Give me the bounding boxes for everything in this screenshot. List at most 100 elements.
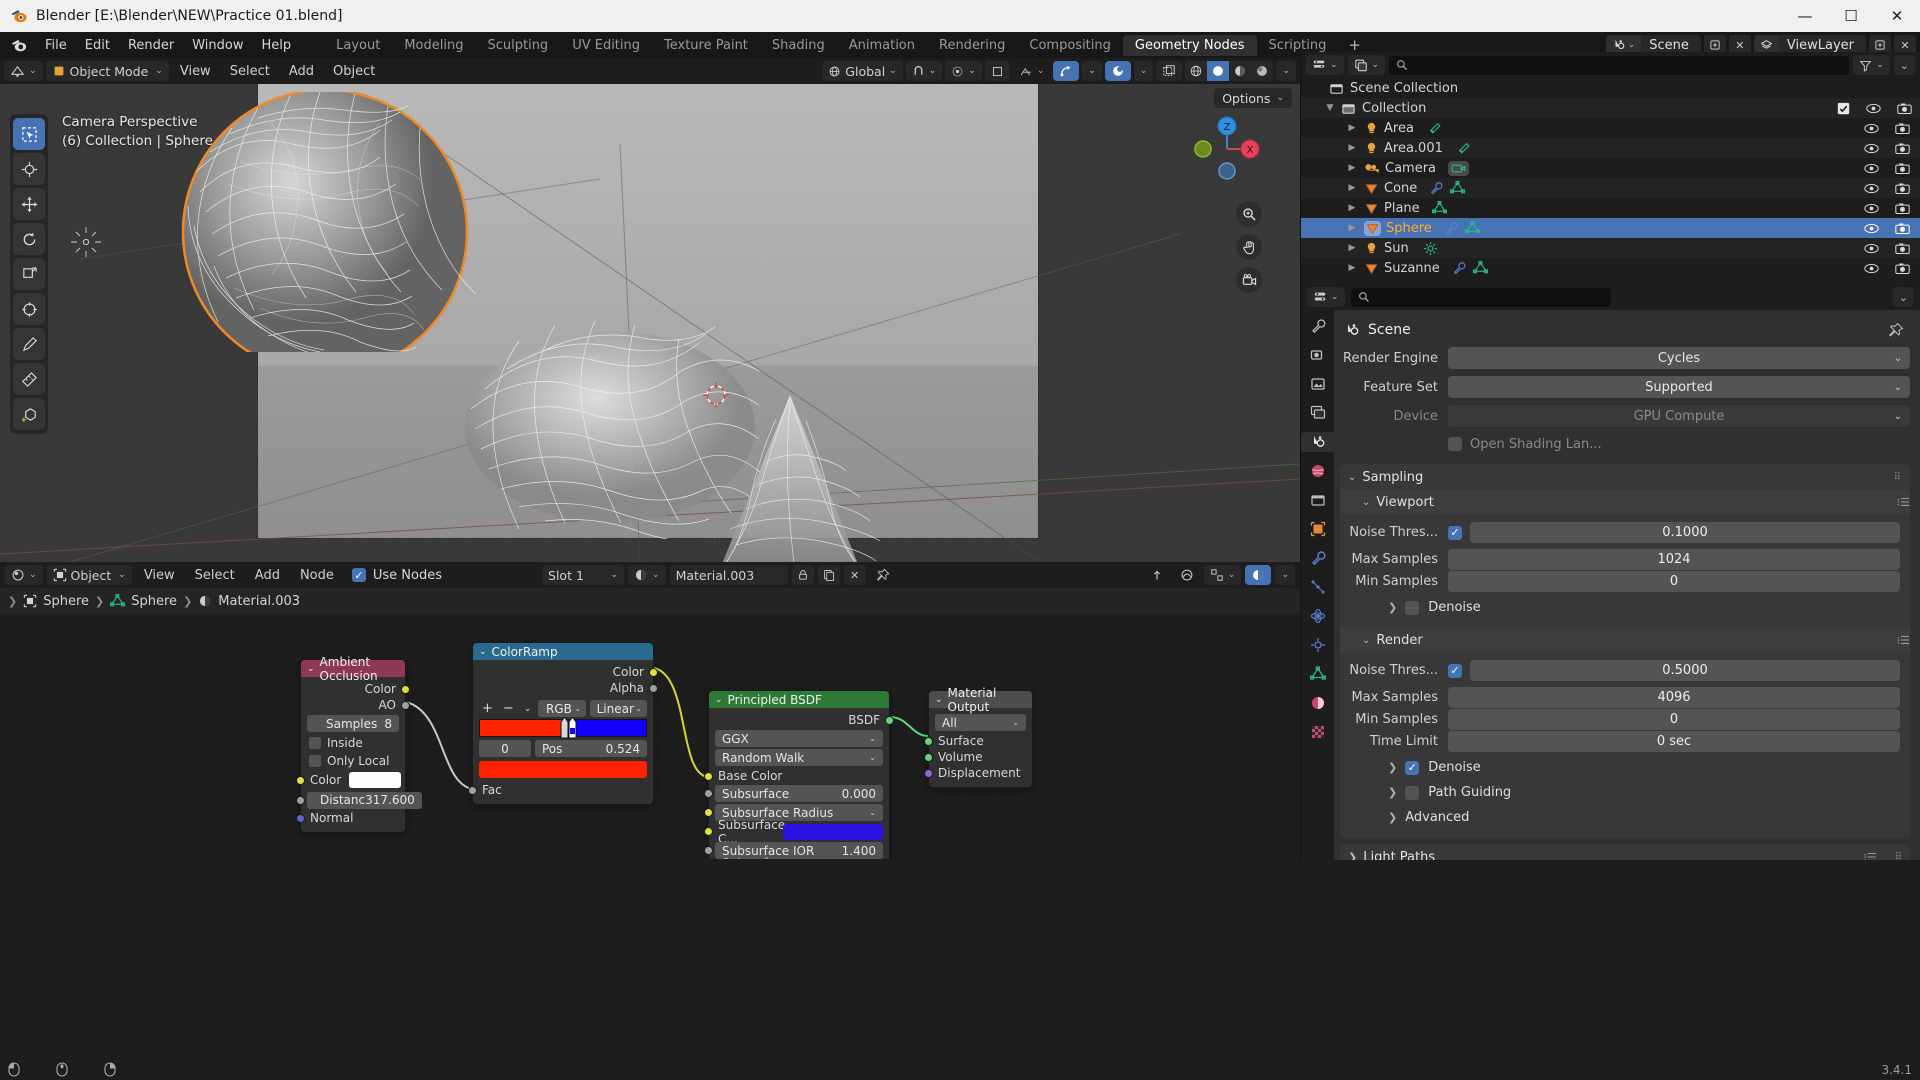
input-fac[interactable]: Fac <box>468 782 653 798</box>
tool-select-box[interactable] <box>13 118 45 150</box>
eye-icon[interactable] <box>1864 242 1879 255</box>
node-principled-bsdf[interactable]: ⌄ Principled BSDF BSDF GGX ⌄ Random Walk… <box>704 690 894 859</box>
expand-triangle-icon[interactable]: ▼ <box>1323 103 1337 113</box>
socket-volume-input[interactable] <box>924 753 933 762</box>
outliner-editor[interactable]: ⌄ ⌄ ⌄ ⌄ ▶ Scene Collect <box>1300 52 1920 284</box>
distribution-dropdown[interactable]: GGX ⌄ <box>715 730 883 747</box>
colorramp-index-field[interactable]: 0 <box>479 740 531 757</box>
properties-search-input[interactable] <box>1350 287 1611 307</box>
socket-normal-input[interactable] <box>296 814 305 823</box>
camera-icon[interactable] <box>1895 262 1910 275</box>
show-gizmo-button[interactable] <box>1053 61 1080 81</box>
zoom-view-button[interactable] <box>1236 201 1262 227</box>
navigation-gizmo[interactable]: Z X <box>1192 114 1262 184</box>
outliner-row-suzanne[interactable]: ▶ Suzanne <box>1301 258 1920 278</box>
tab-view-layer[interactable] <box>1307 403 1329 423</box>
shading-dropdown[interactable]: ⌄ <box>1276 61 1296 81</box>
socket-subsurface-color-input[interactable] <box>704 827 713 836</box>
properties-content[interactable]: Scene Render Engine Cycles ⌄ Feature Set… <box>1334 310 1920 860</box>
3d-viewport[interactable]: Camera Perspective (6) Collection | Sphe… <box>0 84 1300 562</box>
max-samples-value[interactable]: 1024 <box>1448 548 1900 570</box>
new-material-button[interactable] <box>817 565 840 585</box>
input-normal[interactable]: Normal <box>296 810 405 826</box>
target-dropdown[interactable]: All ⌄ <box>935 714 1026 731</box>
tab-render[interactable] <box>1307 345 1329 365</box>
node-overlay-button[interactable] <box>1174 565 1200 585</box>
subsurface-method-dropdown[interactable]: Random Walk ⌄ <box>715 749 883 766</box>
material-slot-dropdown[interactable]: Slot 1 ⌄ <box>542 565 625 585</box>
tab-collection[interactable] <box>1307 490 1329 510</box>
material-name-field[interactable]: Material.003 <box>669 565 788 585</box>
samples-field[interactable]: Samples 8 <box>307 715 399 732</box>
viewport-menu-select[interactable]: Select <box>222 64 278 79</box>
min-samples-value[interactable]: 0 <box>1448 570 1900 592</box>
drag-dots-icon[interactable]: ⠿ <box>1894 472 1902 483</box>
tab-physics[interactable] <box>1307 606 1329 626</box>
sampling-panel-header[interactable]: ⌄ Sampling ⠿ <box>1340 464 1910 490</box>
hair-cone-object[interactable] <box>690 389 890 562</box>
interpolation-dropdown[interactable]: Linear ⌄ <box>590 700 647 717</box>
expand-triangle-icon[interactable]: ▶ <box>1345 243 1359 253</box>
blender-menu-icon[interactable] <box>10 37 28 54</box>
subsurface-color-swatch[interactable] <box>783 823 883 840</box>
menu-help[interactable]: Help <box>253 36 301 55</box>
fake-user-button[interactable] <box>791 565 814 585</box>
hair-sphere-object[interactable] <box>170 92 530 352</box>
pin-icon[interactable] <box>1888 322 1904 338</box>
tool-rotate[interactable] <box>13 223 45 255</box>
input-color[interactable]: Color <box>296 770 405 790</box>
node-header[interactable]: ⌄ Principled BSDF <box>709 691 889 708</box>
breadcrumb-object[interactable]: Sphere <box>43 594 89 609</box>
chevron-right-icon[interactable]: ❯ <box>1388 786 1397 799</box>
outliner-row-sun[interactable]: ▶ Sun <box>1301 238 1920 258</box>
advanced-row[interactable]: ❯ Advanced <box>1340 805 1900 830</box>
viewport-overlays-dropdown[interactable]: ⌄ <box>1013 61 1051 81</box>
expand-triangle-icon[interactable]: ▶ <box>1345 123 1359 133</box>
output-color[interactable]: Color <box>473 664 658 680</box>
shading-material-preview-button[interactable] <box>1229 61 1251 81</box>
noise-threshold-checkbox[interactable] <box>1448 525 1462 540</box>
outliner-row-cone[interactable]: ▶ Cone <box>1301 178 1920 198</box>
add-stop-button[interactable]: + <box>479 701 496 716</box>
tab-particles[interactable] <box>1307 577 1329 597</box>
shader-node-editor[interactable]: ⌄ Ambient Occlusion Color AO Samples 8 I… <box>0 614 1300 859</box>
tab-compositing[interactable]: Compositing <box>1017 35 1123 56</box>
camera-icon[interactable] <box>1897 102 1912 115</box>
viewport-menu-view[interactable]: View <box>172 64 219 79</box>
node-preview-toggle[interactable] <box>1245 565 1272 585</box>
tool-add-cube[interactable] <box>13 398 45 430</box>
render-subpanel-header[interactable]: ⌄ Render ⁝☰ <box>1340 628 1910 652</box>
mesh-data-icon[interactable] <box>1431 201 1447 215</box>
preset-menu-icon[interactable]: ⁝☰ <box>1863 851 1876 861</box>
socket-color-output[interactable] <box>649 668 658 677</box>
eye-icon[interactable] <box>1864 142 1879 155</box>
expand-triangle-icon[interactable]: ▶ <box>1345 183 1359 193</box>
camera-icon[interactable] <box>1895 162 1910 175</box>
outliner-row-collection[interactable]: ▼ Collection <box>1301 98 1920 118</box>
tab-object-data[interactable] <box>1307 664 1329 684</box>
viewport-menu-object[interactable]: Object <box>325 64 383 79</box>
noise-threshold-checkbox[interactable] <box>1448 663 1462 678</box>
viewport-subpanel-header[interactable]: ⌄ Viewport ⁝☰ <box>1340 490 1910 514</box>
expand-triangle-icon[interactable]: ▶ <box>1345 263 1359 273</box>
overlays-dropdown[interactable]: ⌄ <box>1133 61 1154 81</box>
output-color[interactable]: Color <box>301 681 410 697</box>
input-volume[interactable]: Volume <box>924 749 1032 765</box>
tab-shading[interactable]: Shading <box>760 35 837 56</box>
tab-geometry-nodes[interactable]: Geometry Nodes <box>1122 34 1257 56</box>
snap-magnet-button[interactable]: ⌄ <box>905 61 943 81</box>
shading-solid-button[interactable] <box>1207 61 1230 81</box>
eye-icon[interactable] <box>1864 182 1879 195</box>
outliner-row-plane[interactable]: ▶ Plane <box>1301 198 1920 218</box>
node-ambient-occlusion[interactable]: ⌄ Ambient Occlusion Color AO Samples 8 I… <box>296 655 422 833</box>
menu-window[interactable]: Window <box>183 36 252 55</box>
color-mode-dropdown[interactable]: RGB ⌄ <box>538 700 587 717</box>
input-base-color[interactable]: Base Color <box>704 768 889 784</box>
expand-triangle-icon[interactable]: ▶ <box>1345 163 1359 173</box>
use-nodes-toggle[interactable]: Use Nodes <box>351 568 442 583</box>
outliner-search-input[interactable] <box>1389 55 1850 75</box>
camera-icon[interactable] <box>1895 122 1910 135</box>
feature-set-dropdown[interactable]: Supported ⌄ <box>1448 376 1910 398</box>
eye-icon[interactable] <box>1864 222 1879 235</box>
properties-editor-type-button[interactable]: ⌄ <box>1307 287 1345 307</box>
